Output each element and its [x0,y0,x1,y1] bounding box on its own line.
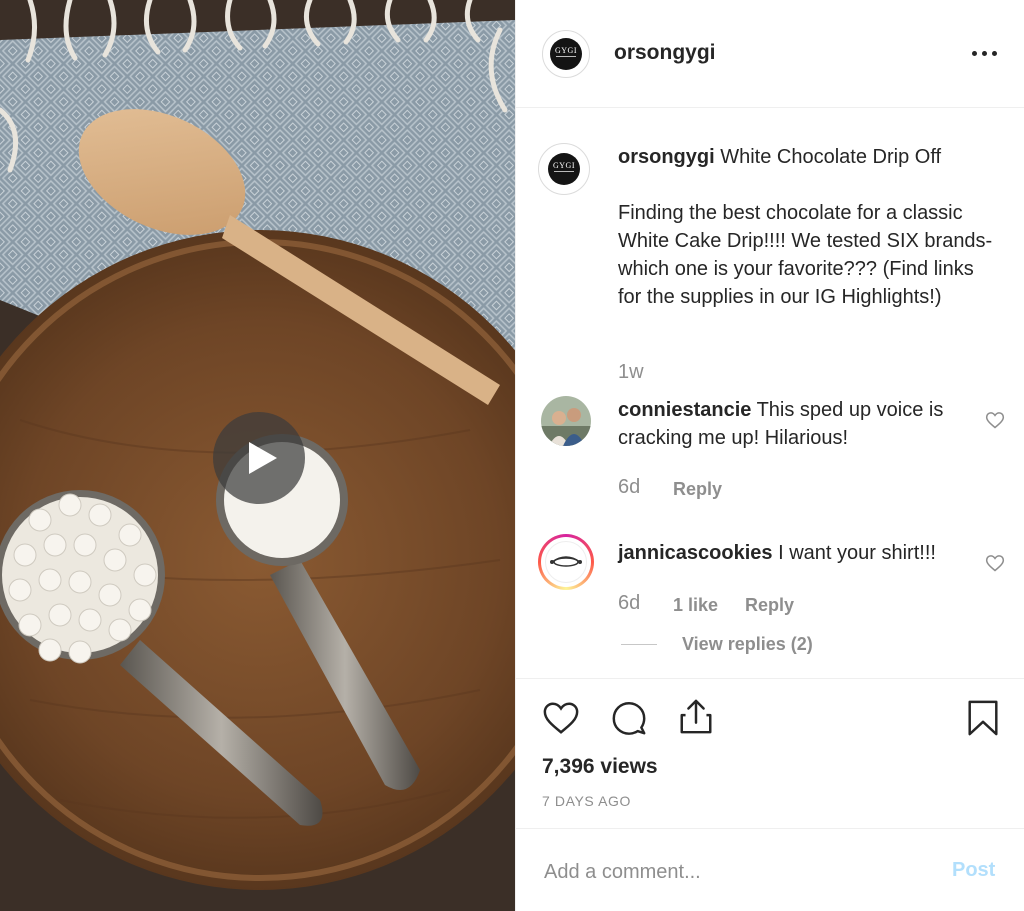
caption-body: Finding the best chocolate for a classic… [618,202,993,308]
caption-title: White Chocolate Drip Off [720,146,942,168]
comment-composer: Post [516,828,1024,911]
cookie-logo-icon [550,556,582,567]
post-date[interactable]: 7 DAYS AGO [542,793,631,809]
post-sidebar: GYGI orsongygi GYGI orsongygi White Choc… [515,0,1024,911]
comment-age[interactable]: 6d [618,476,640,499]
reply-button[interactable]: Reply [745,595,794,616]
caption-title-line: orsongygi White Chocolate Drip Off [618,143,998,171]
caption-username[interactable]: orsongygi [618,146,715,168]
reply-button[interactable]: Reply [673,479,722,500]
post-media[interactable] [0,0,515,911]
commenter-avatar[interactable] [541,396,591,446]
comment-text: I want your shirt!!! [778,542,936,564]
view-replies-divider [621,644,657,645]
commenter-avatar-story[interactable] [538,534,594,590]
avatar-brand: GYGI [555,46,577,55]
view-replies-button[interactable]: View replies (2) [682,634,813,655]
view-count[interactable]: 7,396 views [542,755,658,779]
share-icon[interactable] [677,698,715,736]
caption-avatar[interactable]: GYGI [538,143,590,195]
author-avatar[interactable]: GYGI [542,30,590,78]
bookmark-icon[interactable] [964,699,1002,737]
post-comment-button[interactable]: Post [952,859,995,882]
like-comment-heart-icon[interactable] [985,553,1005,573]
play-button[interactable] [213,412,305,504]
post-actions: 7,396 views 7 DAYS AGO [516,678,1024,828]
author-username[interactable]: orsongygi [614,41,716,65]
caption-age[interactable]: 1w [618,361,644,384]
comment-username[interactable]: conniestancie [618,399,751,421]
comment-likes[interactable]: 1 like [673,595,718,616]
play-icon [249,442,277,474]
comments-list[interactable]: GYGI orsongygi White Chocolate Drip Off … [516,108,1024,678]
more-options-icon[interactable] [972,38,1002,68]
comment: jannicascookies I want your shirt!!! [618,539,978,567]
comment-age[interactable]: 6d [618,592,640,615]
comment-input[interactable] [544,856,924,888]
comment-username[interactable]: jannicascookies [618,542,773,564]
heart-icon[interactable] [542,699,580,737]
comment: conniestancie This sped up voice is crac… [618,396,968,452]
comment-icon[interactable] [610,699,648,737]
like-comment-heart-icon[interactable] [985,410,1005,430]
post-header: GYGI orsongygi [516,0,1024,108]
avatar-photo-icon [541,396,591,446]
avatar-brand: GYGI [553,161,575,170]
